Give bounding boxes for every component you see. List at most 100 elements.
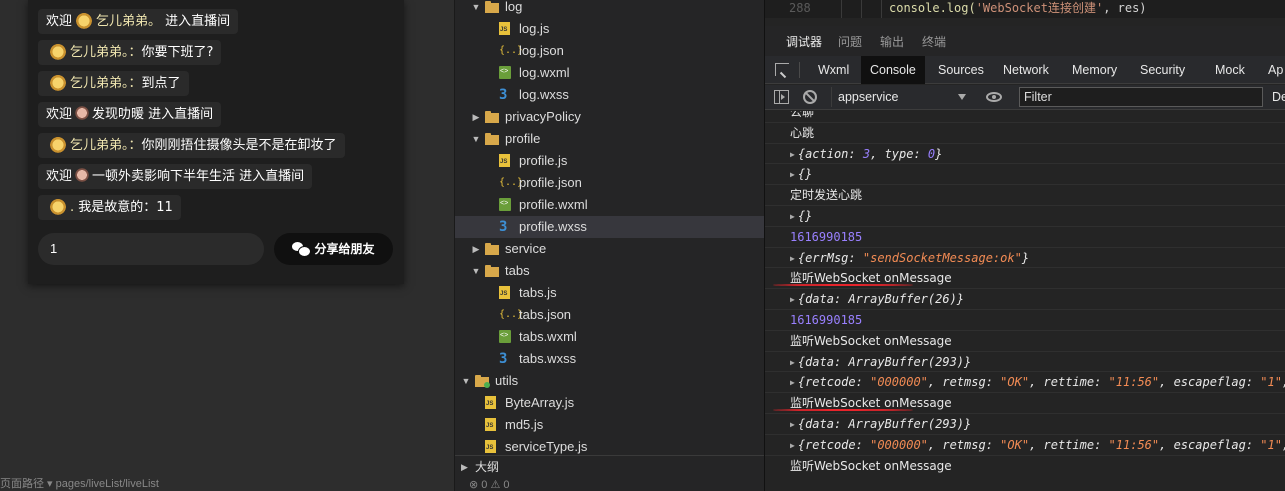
file-item[interactable]: tabs.js	[455, 282, 765, 304]
console-message[interactable]: ▶ {errMsg: "sendSocketMessage:ok"}	[765, 246, 1285, 268]
expand-triangle-icon[interactable]: ▶	[790, 420, 795, 429]
outline-section[interactable]: ▶ 大纲	[455, 455, 765, 477]
chevron-down-icon[interactable]: ▼	[471, 260, 481, 282]
chevron-right-icon: ▶	[461, 462, 468, 472]
chevron-down-icon[interactable]: ▼	[471, 0, 481, 18]
show-sidebar-icon[interactable]	[774, 90, 789, 104]
folder-item[interactable]: ▼ log	[455, 0, 765, 18]
chat-message: 乞儿弟弟。：你要下班了?	[38, 40, 222, 65]
file-item[interactable]: tabs.wxml	[455, 326, 765, 348]
devtools-tab[interactable]: Mock	[1206, 56, 1254, 84]
object-token: "OK"	[1000, 375, 1030, 390]
file-item[interactable]: ByteArray.js	[455, 392, 765, 414]
page-path-status[interactable]: 页面路径 ▾ pages/liveList/liveList	[0, 478, 454, 491]
panel-tab[interactable]: 调试器	[786, 33, 823, 57]
object-token: ,	[870, 146, 885, 161]
chevron-down-icon[interactable]: ▼	[471, 128, 481, 150]
indent-guide	[881, 0, 882, 18]
folder-item[interactable]: ▶ service	[455, 238, 765, 260]
context-select[interactable]: appservice	[831, 87, 971, 107]
object-token: rettime	[1043, 437, 1095, 452]
file-item[interactable]: log.wxml	[455, 62, 765, 84]
folder-item[interactable]: ▶ privacyPolicy	[455, 106, 765, 128]
expand-triangle-icon[interactable]: ▶	[790, 441, 795, 450]
file-item[interactable]: {..} tabs.json	[455, 304, 765, 326]
object-token: :	[1094, 375, 1109, 390]
devtools-tab[interactable]: Ap	[1259, 56, 1285, 84]
share-to-friend-button[interactable]: 分享给朋友	[274, 233, 393, 265]
console-message[interactable]: ▶ {data: ArrayBuffer(293)}	[765, 413, 1285, 434]
expand-triangle-icon[interactable]: ▶	[790, 378, 795, 387]
panel-tab[interactable]: 输出	[880, 33, 904, 50]
file-item[interactable]: profile.js	[455, 150, 765, 172]
devtools-tab[interactable]: Wxml	[809, 56, 858, 84]
inspect-element-icon[interactable]	[775, 63, 789, 76]
file-item[interactable]: log.js	[455, 18, 765, 40]
object-token: :	[848, 250, 863, 265]
file-item[interactable]: {..} log.json	[455, 40, 765, 62]
vip-badge-icon	[48, 42, 68, 60]
clear-console-icon[interactable]	[803, 90, 817, 104]
chevron-right-icon[interactable]: ▶	[471, 106, 481, 128]
object-token: data	[805, 417, 834, 431]
js-file-icon	[485, 440, 496, 453]
console-message[interactable]: ▶ {retcode: "000000", retmsg: "OK", retti…	[765, 433, 1285, 455]
object-token: {	[797, 250, 806, 265]
file-name: utils	[495, 373, 519, 388]
live-expression-eye-icon[interactable]	[986, 92, 1002, 102]
chat-text: 你要下班了?	[141, 45, 214, 60]
file-item[interactable]: profile.wxml	[455, 194, 765, 216]
file-name: log.wxss	[519, 87, 569, 102]
file-name: ByteArray.js	[505, 395, 575, 410]
chevron-down-icon[interactable]: ▼	[461, 370, 471, 392]
folder-item[interactable]: ▼ tabs	[455, 260, 765, 282]
expand-triangle-icon[interactable]: ▶	[790, 170, 795, 179]
simulator-panel: 欢迎 乞儿弟弟。 进入直播间 乞儿弟弟。：你要下班了? 乞儿弟弟。：到点了 欢迎 发现叻暖…	[0, 0, 454, 491]
chevron-right-icon[interactable]: ▶	[471, 238, 481, 260]
chat-input[interactable]: 1	[38, 233, 264, 265]
console-message[interactable]: ▶ {action: 3, type: 0}	[765, 142, 1285, 164]
file-item[interactable]: 3 log.wxss	[455, 84, 765, 106]
log-text: 定时发送心跳	[790, 188, 863, 203]
file-name: profile.json	[519, 175, 582, 190]
file-item[interactable]: 3 profile.wxss	[455, 216, 765, 238]
devtools-tab[interactable]: Network	[994, 56, 1058, 84]
folder-icon	[485, 242, 499, 256]
panel-tab[interactable]: 终端	[922, 33, 946, 50]
devtools-panel: 288 console.log('WebSocket连接创建', res) 调试…	[764, 0, 1285, 491]
file-item[interactable]: {..} profile.json	[455, 172, 765, 194]
js-file-icon	[485, 418, 496, 431]
expand-triangle-icon[interactable]: ▶	[790, 295, 795, 304]
console-filter-input[interactable]: Filter	[1019, 87, 1263, 107]
expand-triangle-icon[interactable]: ▶	[790, 212, 795, 221]
object-token: :	[1245, 375, 1261, 390]
devtools-tab[interactable]: Security	[1131, 56, 1194, 84]
log-levels-dropdown[interactable]: De	[1272, 87, 1285, 107]
file-name: log.js	[519, 21, 550, 36]
devtools-tab[interactable]: Memory	[1063, 56, 1126, 84]
expand-triangle-icon[interactable]: ▶	[790, 254, 795, 263]
folder-item[interactable]: ▼ utils	[455, 370, 765, 392]
console-message[interactable]: ▶ {data: ArrayBuffer(293)}	[765, 350, 1285, 372]
js-file-icon	[485, 396, 496, 409]
editor-code-line: 288 console.log('WebSocket连接创建', res)	[765, 0, 1285, 18]
console-message[interactable]: ▶ {data: ArrayBuffer(26)}	[765, 288, 1285, 309]
devtools-tab[interactable]: Sources	[929, 56, 993, 84]
panel-tab[interactable]: 问题	[838, 33, 862, 50]
object-token: type	[884, 146, 914, 161]
file-name: privacyPolicy	[505, 109, 581, 124]
expand-triangle-icon[interactable]: ▶	[790, 358, 795, 367]
folder-item[interactable]: ▼ profile	[455, 128, 765, 150]
object-token: "1"	[1260, 437, 1282, 452]
console-message[interactable]: ▶{}	[765, 205, 1285, 226]
folder-icon	[485, 132, 499, 146]
problems-status[interactable]: ⊗ 0 ⚠ 0	[469, 480, 509, 491]
file-item[interactable]: 3 tabs.wxss	[455, 348, 765, 370]
devtools-tab[interactable]: Console	[861, 56, 925, 84]
file-name: profile.wxml	[519, 197, 588, 212]
object-token: :	[855, 437, 871, 452]
file-item[interactable]: md5.js	[455, 414, 765, 436]
expand-triangle-icon[interactable]: ▶	[790, 150, 795, 159]
console-message[interactable]: ▶ {retcode: "000000", retmsg: "OK", retti…	[765, 371, 1285, 392]
console-message[interactable]: ▶{}	[765, 163, 1285, 184]
